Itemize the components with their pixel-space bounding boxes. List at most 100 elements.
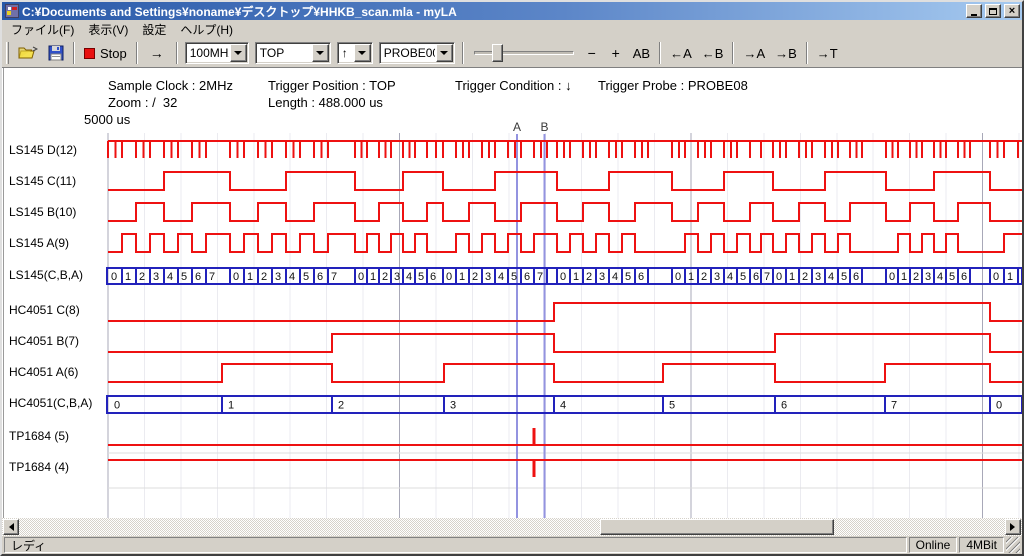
- svg-text:4: 4: [498, 271, 504, 283]
- trigger-probe-text: Trigger Probe : PROBE08: [598, 78, 748, 93]
- svg-text:0: 0: [993, 271, 999, 283]
- chevron-down-icon[interactable]: [436, 44, 453, 62]
- separator: [659, 42, 661, 64]
- length-text: Length : 488.000 us: [268, 95, 383, 110]
- scroll-left-button[interactable]: [3, 519, 19, 535]
- trigger-edge-select[interactable]: ↑: [337, 42, 373, 64]
- svg-text:5: 5: [740, 271, 746, 283]
- svg-text:6: 6: [853, 271, 859, 283]
- channel-label: LS145(C,B,A): [9, 268, 83, 282]
- channel-bus: 0123456701234567012345601234567012345601…: [106, 268, 1022, 284]
- save-button[interactable]: [43, 41, 69, 65]
- maximize-button[interactable]: [985, 4, 1001, 18]
- svg-text:1: 1: [370, 271, 376, 283]
- svg-text:3: 3: [714, 271, 720, 283]
- svg-text:5: 5: [511, 271, 517, 283]
- zoom-slider-track[interactable]: [474, 51, 574, 55]
- zoom-out-button[interactable]: −: [580, 41, 604, 65]
- svg-text:3: 3: [485, 271, 491, 283]
- zoom-slider-thumb[interactable]: [492, 44, 503, 62]
- probe-select[interactable]: PROBE00: [379, 42, 455, 64]
- svg-text:1: 1: [228, 400, 234, 412]
- chevron-down-icon[interactable]: [354, 44, 371, 62]
- channel-label: LS145 A(9): [9, 236, 69, 250]
- clock-select[interactable]: 100MHz: [185, 42, 249, 64]
- goto-trigger-button[interactable]: →T: [812, 41, 843, 65]
- minimize-icon: [971, 14, 977, 16]
- svg-text:0: 0: [996, 400, 1002, 412]
- svg-text:4: 4: [167, 271, 173, 283]
- toolbar-grip[interactable]: [6, 42, 9, 64]
- menu-view[interactable]: 表示(V): [81, 19, 135, 40]
- svg-text:0: 0: [889, 271, 895, 283]
- trigger-condition-text: Trigger Condition : ↓: [455, 78, 572, 93]
- channel-digital: [108, 203, 1022, 221]
- separator: [806, 42, 808, 64]
- chevron-down-icon[interactable]: [230, 44, 247, 62]
- stop-label: Stop: [100, 46, 127, 61]
- svg-text:6: 6: [524, 271, 530, 283]
- window-title: C:¥Documents and Settings¥noname¥デスクトップ¥…: [22, 3, 963, 20]
- cursors[interactable]: AB: [513, 120, 549, 518]
- maximize-icon: [989, 8, 997, 15]
- ab-button[interactable]: AB: [628, 41, 655, 65]
- open-button[interactable]: [13, 41, 43, 65]
- goto-a-button[interactable]: ←A: [665, 41, 697, 65]
- channel-digital: [108, 234, 1022, 252]
- svg-text:5: 5: [949, 271, 955, 283]
- status-ready: レディ: [4, 537, 907, 553]
- svg-text:2: 2: [701, 271, 707, 283]
- run-button[interactable]: →: [142, 41, 172, 65]
- zoom-slider[interactable]: [474, 41, 574, 65]
- scroll-right-button[interactable]: [1005, 519, 1021, 535]
- svg-text:5: 5: [418, 271, 424, 283]
- close-button[interactable]: ×: [1004, 4, 1020, 18]
- menu-file[interactable]: ファイル(F): [4, 19, 81, 40]
- svg-text:4: 4: [289, 271, 295, 283]
- chevron-down-icon[interactable]: [312, 44, 329, 62]
- svg-text:2: 2: [338, 400, 344, 412]
- channel-digital: [108, 172, 1022, 190]
- trigger-position-value: TOP: [256, 46, 311, 60]
- svg-text:5: 5: [625, 271, 631, 283]
- stop-icon: [84, 48, 95, 59]
- svg-text:2: 2: [382, 271, 388, 283]
- channel-label: HC4051 B(7): [9, 334, 79, 348]
- waveform-canvas[interactable]: AB01234567012345670123456012345670123456…: [2, 68, 1022, 518]
- zoom-in-button[interactable]: +: [604, 41, 628, 65]
- horizontal-scrollbar[interactable]: [2, 518, 1022, 536]
- scrollbar-thumb[interactable]: [600, 519, 834, 535]
- svg-text:7: 7: [891, 400, 897, 412]
- sample-clock-text: Sample Clock : 2MHz: [108, 78, 233, 93]
- app-window: C:¥Documents and Settings¥noname¥デスクトップ¥…: [0, 0, 1024, 556]
- app-icon: [5, 4, 19, 18]
- svg-text:0: 0: [446, 271, 452, 283]
- status-online: Online: [909, 537, 958, 553]
- next-a-button[interactable]: →A: [738, 41, 770, 65]
- stop-button[interactable]: Stop: [79, 41, 132, 65]
- svg-text:2: 2: [913, 271, 919, 283]
- svg-text:6: 6: [781, 400, 787, 412]
- svg-text:5: 5: [181, 271, 187, 283]
- svg-text:2: 2: [586, 271, 592, 283]
- minimize-button[interactable]: [966, 4, 982, 18]
- svg-text:2: 2: [472, 271, 478, 283]
- menu-settings[interactable]: 設定: [135, 19, 173, 40]
- titlebar[interactable]: C:¥Documents and Settings¥noname¥デスクトップ¥…: [2, 2, 1022, 20]
- resize-grip[interactable]: [1006, 537, 1020, 553]
- goto-b-button[interactable]: ←B: [697, 41, 729, 65]
- svg-text:1: 1: [247, 271, 253, 283]
- cursor-label-a: A: [513, 120, 521, 134]
- menu-help[interactable]: ヘルプ(H): [173, 19, 240, 40]
- svg-text:6: 6: [753, 271, 759, 283]
- zoom-text: Zoom : / 32: [108, 95, 177, 110]
- trigger-position-select[interactable]: TOP: [255, 42, 331, 64]
- toolbar: Stop → 100MHz TOP ↑ PROBE00 − + AB: [2, 39, 1022, 68]
- panel-edge: [3, 68, 5, 518]
- channel-label: LS145 D(12): [9, 143, 77, 157]
- waveform-panel: Sample Clock : 2MHz Trigger Position : T…: [2, 68, 1022, 518]
- svg-text:1: 1: [573, 271, 579, 283]
- svg-text:6: 6: [961, 271, 967, 283]
- next-b-button[interactable]: →B: [770, 41, 802, 65]
- svg-text:3: 3: [450, 400, 456, 412]
